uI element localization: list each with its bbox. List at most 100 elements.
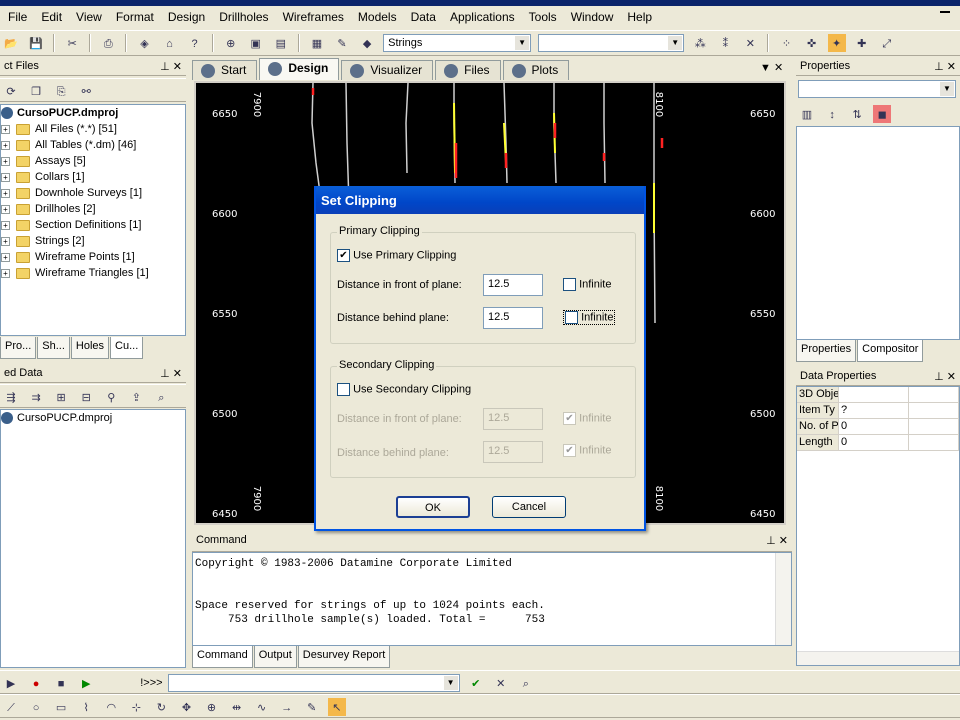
polyline-tool-icon[interactable]: ⌇ [77, 698, 95, 716]
tab-compositor[interactable]: Compositor [857, 340, 924, 362]
wave-tool-icon[interactable]: ∿ [253, 698, 271, 716]
tab-desurvey-report[interactable]: Desurvey Report [297, 646, 391, 668]
expand-icon[interactable]: + [1, 140, 10, 150]
tree-icon[interactable]: ⊞ [52, 388, 70, 406]
properties-object-combo[interactable]: ▼ [798, 80, 956, 98]
primary-front-input[interactable]: 12.5 [483, 274, 543, 296]
tab-holes[interactable]: Holes [70, 337, 110, 359]
tree-item[interactable]: + Assays [5] [1, 153, 185, 169]
help-icon[interactable]: ? [186, 34, 204, 52]
run-icon[interactable]: ▶ [2, 674, 20, 692]
list-item[interactable]: CursoPUCP.dmproj [1, 410, 185, 426]
stop-icon[interactable]: ■ [52, 674, 70, 692]
tab-sh-[interactable]: Sh... [37, 337, 70, 359]
tree-root[interactable]: CursoPUCP.dmproj [1, 105, 185, 121]
unload-icon[interactable]: ⇉ [27, 388, 45, 406]
export-icon[interactable]: ⇪ [127, 388, 145, 406]
primary-behind-infinite-checkbox[interactable]: Infinite [563, 310, 616, 325]
expand-icon[interactable]: + [1, 268, 10, 278]
tree-item[interactable]: + Collars [1] [1, 169, 185, 185]
tree-alt-icon[interactable]: ⊟ [77, 388, 95, 406]
expand-icon[interactable]: + [1, 220, 10, 230]
tab-plots[interactable]: Plots [502, 60, 570, 80]
table-row[interactable]: Item Ty? [797, 403, 959, 419]
record-icon[interactable]: ● [27, 674, 45, 692]
points-icon[interactable]: ⁂ [691, 34, 709, 52]
tab-command[interactable]: Command [192, 646, 253, 668]
table-row[interactable]: 3D Obje [797, 387, 959, 403]
tab-cu-[interactable]: Cu... [110, 337, 144, 359]
table-row[interactable]: No. of P0 [797, 419, 959, 435]
move-icon[interactable]: ✜ [803, 34, 821, 52]
pin-close-icon[interactable]: ⊥ ✕ [934, 370, 956, 383]
check-icon[interactable]: ✔ [467, 674, 485, 692]
object-combo[interactable]: ▼ [538, 34, 685, 52]
filter-icon[interactable]: ⚲ [102, 388, 120, 406]
menu-item-format[interactable]: Format [116, 10, 154, 24]
pan-tool-icon[interactable]: ✥ [177, 698, 195, 716]
minimize-icon[interactable] [940, 10, 950, 13]
chevron-down-icon[interactable]: ▼ [515, 36, 530, 50]
vertical-scrollbar[interactable] [775, 553, 791, 645]
expand-icon[interactable]: + [1, 124, 10, 134]
menu-item-models[interactable]: Models [358, 10, 397, 24]
snap-icon[interactable]: ⊕ [222, 34, 240, 52]
layers-icon[interactable]: ◆ [358, 34, 376, 52]
categorized-icon[interactable]: ▥ [798, 105, 816, 123]
line-tool-icon[interactable]: ⟋ [2, 698, 20, 716]
tab-visualizer[interactable]: Visualizer [341, 60, 434, 80]
strings-combo[interactable]: Strings ▼ [383, 34, 532, 52]
zoom-tool-icon[interactable]: ⊕ [203, 698, 221, 716]
expand-icon[interactable]: + [1, 236, 10, 246]
snap-tool-icon[interactable]: ⊹ [127, 698, 145, 716]
tree-item[interactable]: + Wireframe Triangles [1] [1, 265, 185, 281]
menu-item-applications[interactable]: Applications [450, 10, 515, 24]
tree-item[interactable]: + All Tables (*.dm) [46] [1, 137, 185, 153]
use-secondary-clipping-checkbox[interactable]: Use Secondary Clipping [337, 383, 471, 396]
points-add-icon[interactable]: ⁑ [716, 34, 734, 52]
select-tool-icon[interactable]: ↖ [327, 698, 346, 716]
tab-properties[interactable]: Properties [796, 340, 857, 362]
copy-icon[interactable]: ⎘ [52, 82, 70, 100]
pin-close-icon[interactable]: ⊥ ✕ [766, 534, 788, 547]
menu-item-help[interactable]: Help [627, 10, 652, 24]
cancel-button[interactable]: Cancel [492, 496, 566, 518]
measure-tool-icon[interactable]: ⇹ [228, 698, 246, 716]
primary-front-infinite-checkbox[interactable]: Infinite [563, 278, 611, 291]
dynamic-icon[interactable]: ◼ [873, 105, 892, 123]
cut-icon[interactable]: ✂ [63, 34, 81, 52]
print-icon[interactable]: ⎙ [99, 34, 117, 52]
insert-icon[interactable]: ✚ [853, 34, 871, 52]
menu-item-data[interactable]: Data [411, 10, 436, 24]
rect-tool-icon[interactable]: ▭ [52, 698, 70, 716]
find-icon[interactable]: ⌕ [517, 674, 535, 692]
book-icon[interactable]: ◈ [135, 34, 153, 52]
highlight-icon[interactable]: ✦ [827, 34, 846, 52]
menu-item-drillholes[interactable]: Drillholes [219, 10, 268, 24]
extend-icon[interactable]: ⤢ [878, 34, 896, 52]
doc-tabs-controls[interactable]: ▼ ✕ [760, 61, 783, 74]
menu-item-file[interactable]: File [8, 10, 27, 24]
tab-pro-[interactable]: Pro... [0, 337, 37, 359]
circle-tool-icon[interactable]: ○ [27, 698, 45, 716]
pin-close-icon[interactable]: ⊥ ✕ [934, 60, 956, 73]
menu-item-edit[interactable]: Edit [41, 10, 62, 24]
sort-icon[interactable]: ⇅ [848, 105, 866, 123]
rotate-tool-icon[interactable]: ↻ [152, 698, 170, 716]
refresh-icon[interactable]: ⟳ [2, 82, 20, 100]
cancel-icon[interactable]: ✕ [492, 674, 510, 692]
expand-icon[interactable]: + [1, 156, 10, 166]
link-icon[interactable]: ⚯ [77, 82, 95, 100]
horizontal-scrollbar[interactable] [797, 651, 959, 665]
points-delete-icon[interactable]: ✕ [741, 34, 759, 52]
table-row[interactable]: Length 0 [797, 435, 959, 451]
menu-item-design[interactable]: Design [168, 10, 205, 24]
pen-tool-icon[interactable]: ✎ [303, 698, 321, 716]
expand-icon[interactable]: + [1, 188, 10, 198]
pin-close-icon[interactable]: ⊥ ✕ [160, 367, 182, 380]
select-points-icon[interactable]: ⁘ [778, 34, 796, 52]
play-icon[interactable]: ▶ [77, 674, 95, 692]
dialog-title[interactable]: Set Clipping [316, 186, 644, 214]
load-icon[interactable]: ⇶ [2, 388, 20, 406]
command-input[interactable]: ▼ [167, 674, 460, 692]
